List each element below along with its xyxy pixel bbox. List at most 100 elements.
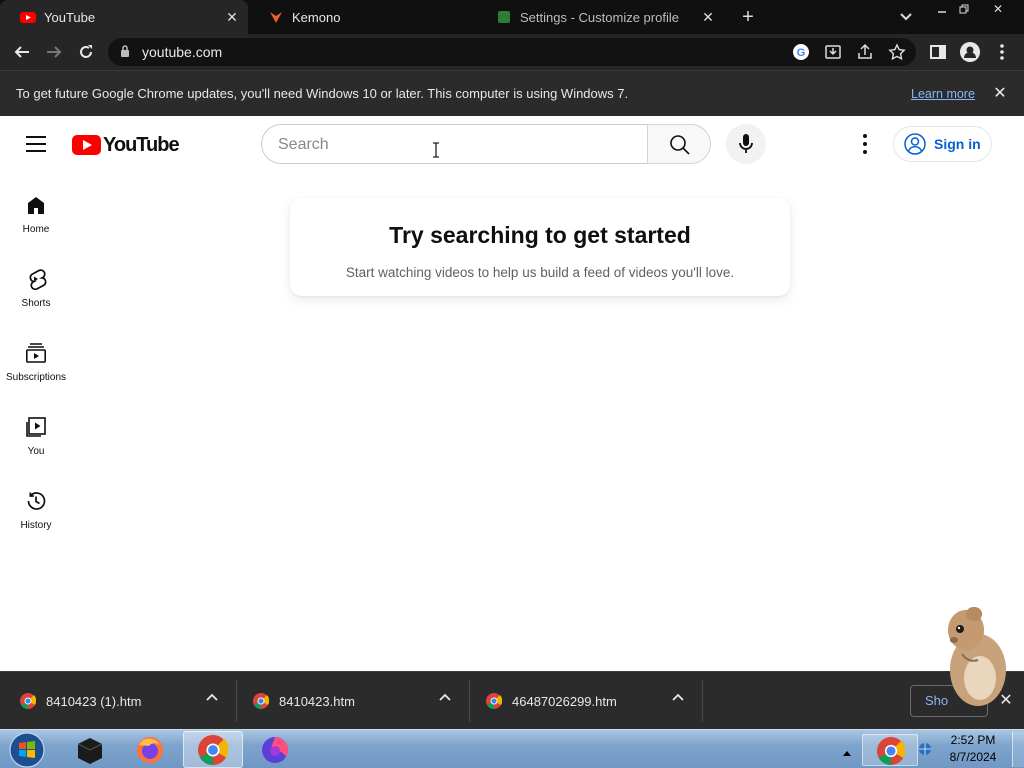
system-clock[interactable]: 2:52 PM 8/7/2024 [940,732,1006,766]
learn-more-link[interactable]: Learn more [911,87,975,101]
guide-menu-button[interactable] [22,130,50,158]
text-cursor-icon [433,142,439,158]
tab-strip: YouTube ✕ Kemono Settings - Customize pr… [0,0,1024,34]
windows-taskbar: 2:52 PM 8/7/2024 [0,729,1024,768]
clock-time: 2:52 PM [950,733,996,747]
tray-chrome-icon[interactable] [862,734,918,766]
windows-orb-icon [9,731,45,768]
update-infobar: To get future Google Chrome updates, you… [0,70,1024,116]
microphone-icon [739,134,753,153]
taskbar-app-firefox[interactable] [120,731,180,768]
settings-kebab-button[interactable] [853,132,877,156]
new-tab-button[interactable]: + [734,6,762,28]
voice-search-button[interactable] [726,124,766,164]
tab-kemono[interactable]: Kemono [248,0,472,34]
download-filename: 46487026299.htm [512,693,617,709]
infobar-message: To get future Google Chrome updates, you… [16,86,629,101]
chevron-up-icon[interactable] [670,692,686,708]
close-tab-icon[interactable]: ✕ [698,7,718,27]
search-button[interactable] [647,124,711,164]
show-desktop-button[interactable] [1012,732,1024,767]
tab-title: Settings - Customize profile [520,9,679,25]
taskbar-app-chrome[interactable] [183,731,243,768]
share-icon[interactable] [856,43,874,61]
close-tab-icon[interactable]: ✕ [222,7,242,27]
sidebar-item-you[interactable]: You [0,403,72,477]
download-filename: 8410423 (1).htm [46,693,142,709]
side-panel-icon[interactable] [926,40,950,64]
url-text: youtube.com [142,44,223,60]
restore-button[interactable] [950,0,978,18]
chevron-up-icon[interactable] [204,692,220,708]
search-box[interactable] [261,124,648,164]
logo-wordmark: YouTube [103,133,180,156]
sidebar-item-label: Home [22,224,50,235]
tab-title: Kemono [292,9,341,25]
empty-feed-heading: Try searching to get started [389,222,691,248]
forward-icon[interactable] [42,40,66,64]
lock-icon[interactable] [120,45,130,58]
chrome-icon [198,734,228,765]
search-icon [670,135,690,155]
divider [702,680,703,722]
taskbar-app-browser[interactable] [245,731,305,768]
chrome-file-icon [20,693,36,709]
sidebar-item-home[interactable]: Home [0,181,72,255]
install-app-icon[interactable] [824,43,842,61]
subscriptions-icon [25,343,46,363]
shorts-icon [29,269,47,291]
sidebar-item-history[interactable]: History [0,477,72,551]
google-lens-icon[interactable]: G [792,43,810,61]
divider [469,680,470,722]
tab-search-chevron-icon[interactable] [892,8,920,26]
download-shelf: 8410423 (1).htm 8410423.htm 46487026299.… [0,671,1024,729]
download-item[interactable]: 8410423.htm [253,672,469,730]
youtube-play-icon [72,135,101,155]
you-icon [26,417,46,437]
sidebar-item-label: You [27,446,45,457]
history-icon [27,492,46,510]
back-icon[interactable] [10,40,34,64]
sign-in-button[interactable]: Sign in [893,126,992,162]
svg-text:G: G [797,47,806,59]
clock-date: 8/7/2024 [949,750,997,764]
start-button[interactable] [0,731,54,768]
youtube-logo[interactable]: YouTube [72,133,180,156]
infobar-close-icon[interactable]: ✕ [990,83,1010,103]
empty-feed-subtext: Start watching videos to help us build a… [345,265,735,280]
taskbar-app-terminal[interactable] [60,731,120,768]
firefox-nightly-icon [262,736,289,763]
download-filename: 8410423.htm [279,693,355,709]
account-circle-icon [904,133,926,155]
sidebar-item-subscriptions[interactable]: Subscriptions [0,329,72,403]
tab-settings[interactable]: Settings - Customize profile ✕ [478,0,724,34]
network-icon[interactable] [918,742,932,756]
bookmark-star-icon[interactable] [888,43,906,61]
window-close-button[interactable]: ✕ [984,0,1012,18]
sidebar-item-label: Subscriptions [5,372,67,383]
home-icon [28,197,44,214]
sidebar-item-label: Shorts [21,298,51,309]
sidebar-item-label: History [20,520,52,531]
kemono-icon [270,12,282,23]
sidebar-item-shorts[interactable]: Shorts [0,255,72,329]
browser-toolbar: youtube.com G [0,34,1024,70]
firefox-icon [137,736,163,763]
chevron-up-icon[interactable] [437,692,453,708]
tray-expand-icon[interactable] [842,744,852,756]
profile-avatar-icon[interactable] [958,40,982,64]
youtube-header: YouTube Sign in [0,116,1024,172]
settings-icon [498,11,510,23]
terminal-box-icon [77,737,103,764]
download-item[interactable]: 8410423 (1).htm [20,672,236,730]
search-input[interactable] [278,134,628,156]
chrome-menu-icon[interactable] [990,40,1014,64]
address-bar[interactable]: youtube.com G [108,38,916,66]
hamster-sticker-overlay-icon [948,607,1006,706]
tab-youtube[interactable]: YouTube ✕ [0,0,248,34]
tab-title: YouTube [44,9,96,25]
chrome-file-icon [486,693,502,709]
chrome-file-icon [253,693,269,709]
download-item[interactable]: 46487026299.htm [486,672,702,730]
reload-icon[interactable] [74,40,98,64]
